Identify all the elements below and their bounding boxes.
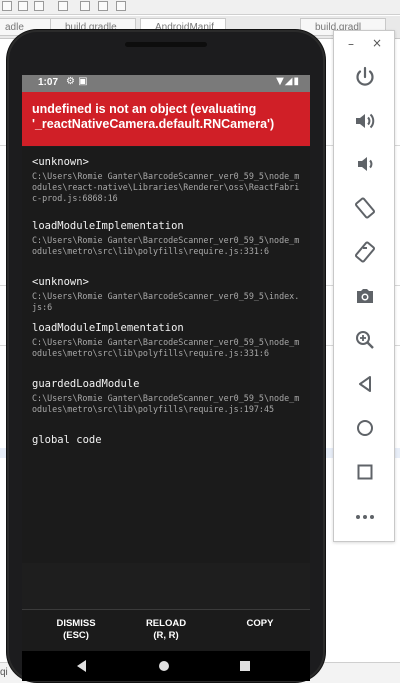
status-time: 1:07 (38, 77, 59, 88)
stack-frame-file: C:\Users\Romie Ganter\BarcodeScanner_ver… (32, 337, 300, 358)
stack-frame-method: guardedLoadModule (32, 378, 140, 390)
status-bar: 1:07 ⚙ ▣ ▼◢▮ (22, 75, 310, 92)
back-icon[interactable] (352, 371, 378, 397)
nav-back-icon[interactable] (77, 660, 86, 672)
stack-frame-file: C:\Users\Romie Ganter\BarcodeScanner_ver… (32, 291, 300, 312)
dismiss-button-label: DISMISS (56, 618, 96, 629)
volume-up-icon[interactable] (352, 108, 378, 134)
stack-frame[interactable]: guardedLoadModule C:\Users\Romie Ganter\… (32, 377, 302, 415)
stack-frame[interactable]: <unknown> C:\Users\Romie Ganter\BarcodeS… (32, 275, 302, 313)
camera-icon[interactable] (352, 283, 378, 309)
home-icon[interactable] (352, 415, 378, 441)
stack-trace: <unknown> C:\Users\Romie Ganter\BarcodeS… (22, 147, 310, 563)
stack-frame-file: C:\Users\Romie Ganter\BarcodeScanner_ver… (32, 235, 300, 256)
toolbar-chip (58, 1, 68, 11)
dismiss-button[interactable]: DISMISS (ESC) (34, 618, 118, 642)
stack-frame[interactable]: global code (32, 433, 302, 449)
toolbar-chip (80, 1, 90, 11)
reload-button-shortcut: (R, R) (153, 630, 179, 641)
desktop-status-text: qi (0, 667, 8, 678)
stack-frame[interactable]: loadModuleImplementation C:\Users\Romie … (32, 219, 302, 257)
error-title: undefined is not an object (evaluating '… (32, 102, 275, 131)
overview-icon[interactable] (352, 459, 378, 485)
stack-frame-method: loadModuleImplementation (32, 220, 184, 232)
desktop-toolbar (0, 0, 400, 15)
android-nav-bar (22, 651, 310, 681)
rotate-left-icon[interactable] (352, 195, 378, 221)
reload-button[interactable]: RELOAD (R, R) (124, 618, 208, 642)
copy-button-label: COPY (246, 618, 274, 629)
toolbar-chip (116, 1, 126, 11)
phone-speaker (125, 42, 207, 47)
phone-screen: 1:07 ⚙ ▣ ▼◢▮ undefined is not an object … (22, 75, 310, 681)
emulator-phone: 1:07 ⚙ ▣ ▼◢▮ undefined is not an object … (7, 30, 325, 682)
minimize-button[interactable]: – (348, 37, 354, 51)
toolbar-chip (2, 1, 12, 11)
signal-battery-icon: ▼◢▮ (276, 76, 300, 87)
copy-button[interactable]: COPY (218, 618, 302, 630)
toolbar-chip (34, 1, 44, 11)
reload-button-label: RELOAD (145, 618, 187, 629)
error-banner: undefined is not an object (evaluating '… (22, 92, 310, 146)
zoom-icon[interactable] (352, 327, 378, 353)
toolbar-chip (18, 1, 28, 11)
stack-frame-file: C:\Users\Romie Ganter\BarcodeScanner_ver… (32, 393, 300, 414)
redbox-button-bar: DISMISS (ESC) RELOAD (R, R) COPY (22, 609, 310, 652)
nav-home-icon[interactable] (159, 661, 169, 671)
settings-icon: ⚙ ▣ (66, 76, 88, 87)
dismiss-button-shortcut: (ESC) (63, 630, 89, 641)
rotate-right-icon[interactable] (352, 239, 378, 265)
nav-recents-icon[interactable] (240, 661, 250, 671)
emulator-toolbar: – × (333, 30, 395, 542)
power-icon[interactable] (352, 64, 378, 90)
stack-frame-method: <unknown> (32, 276, 89, 288)
stack-frame-method: <unknown> (32, 156, 89, 168)
stack-frame-method: global code (32, 434, 102, 446)
toolbar-chip (98, 1, 108, 11)
volume-down-icon[interactable] (352, 151, 378, 177)
stack-frame-method: loadModuleImplementation (32, 322, 184, 334)
close-button[interactable]: × (372, 36, 382, 50)
stack-frame[interactable]: <unknown> C:\Users\Romie Ganter\BarcodeS… (32, 155, 302, 204)
stack-frame[interactable]: loadModuleImplementation C:\Users\Romie … (32, 321, 302, 359)
more-icon[interactable] (352, 504, 378, 530)
stack-frame-file: C:\Users\Romie Ganter\BarcodeScanner_ver… (32, 171, 300, 203)
